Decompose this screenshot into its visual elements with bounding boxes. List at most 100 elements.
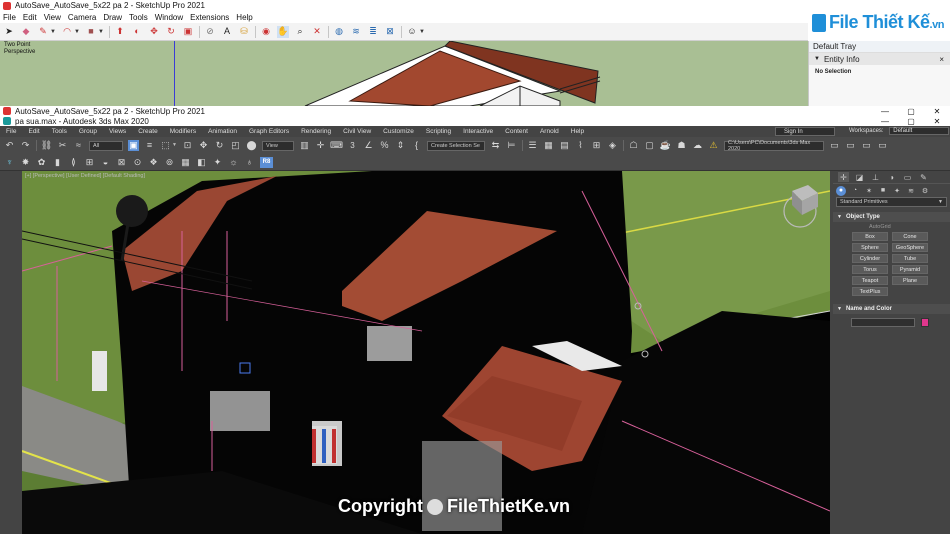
maximize-icon[interactable]: ▢ [898,107,924,116]
pyramid-button[interactable]: Pyramid [892,265,928,274]
user-dropdown-icon[interactable]: ▼ [419,26,425,38]
rectangle-icon[interactable]: ■ [85,26,97,38]
max-maximize-icon[interactable]: ▢ [898,117,924,126]
spinner-snap-icon[interactable]: ⇕ [395,140,406,151]
shapes-icon[interactable]: ✿ [36,157,47,168]
su-menu-edit[interactable]: Edit [23,13,37,22]
bulb-icon[interactable]: ♁ [244,157,255,168]
text-icon[interactable]: A [221,26,233,38]
selection-filter-dropdown[interactable]: All [89,140,123,151]
render-in-cloud-icon[interactable]: ☁ [692,140,703,151]
reference-coordinate-dropdown[interactable]: View [262,140,294,151]
ribbon-icon[interactable]: ▤ [559,140,570,151]
sphere-button[interactable]: Sphere [852,243,888,252]
name-and-color-rollout[interactable]: ▼ Name and Color [833,304,950,314]
redo-icon[interactable]: ↷ [20,140,31,151]
max-menu-customize[interactable]: Customize [383,128,414,135]
zoom-extents-icon[interactable]: ✕ [311,26,323,38]
su-menu-extensions[interactable]: Extensions [190,13,229,22]
move-icon[interactable]: ✥ [148,26,160,38]
su-menu-file[interactable]: File [3,13,16,22]
particle-icon[interactable]: ◧ [196,157,207,168]
push-pull-icon[interactable]: ⬆ [114,26,126,38]
undo-icon[interactable]: ↶ [4,140,15,151]
su-menu-view[interactable]: View [44,13,61,22]
toolbar-extra-icon-1[interactable]: ▭ [845,140,856,151]
systems-category-icon[interactable]: ⚙ [920,186,930,196]
max-menu-civil-view[interactable]: Civil View [343,128,371,135]
unlink-icon[interactable]: ✂ [57,140,68,151]
select-manipulate-icon[interactable]: ✛ [315,140,326,151]
max-menu-help[interactable]: Help [571,128,584,135]
toolbar-extra-icon-2[interactable]: ▭ [861,140,872,151]
light-icon[interactable]: ✸ [20,157,31,168]
object-color-swatch[interactable] [921,318,929,327]
shapes-category-icon[interactable]: ◔ [850,186,860,196]
bone-icon[interactable]: ▦ [180,157,191,168]
pin-icon[interactable]: ♆ [4,157,15,168]
max-menu-graph-editors[interactable]: Graph Editors [249,128,289,135]
workspaces-dropdown[interactable]: Default [889,127,950,135]
close-window-icon[interactable]: ✕ [924,107,950,116]
scene-explorer-icon[interactable]: ▦ [543,140,554,151]
rotate-icon[interactable]: ↻ [165,26,177,38]
spacewarp-icon[interactable]: ◒ [100,157,111,168]
lights-category-icon[interactable]: ✶ [864,186,874,196]
max-menu-scripting[interactable]: Scripting [426,128,451,135]
max-menu-edit[interactable]: Edit [28,128,39,135]
spacewarps-category-icon[interactable]: ≋ [906,186,916,196]
extension-manager-icon[interactable]: ≣ [367,26,379,38]
plane-button[interactable]: Plane [892,276,928,285]
select-rotate-icon[interactable]: ↻ [214,140,225,151]
xref-icon[interactable]: ⊙ [132,157,143,168]
schematic-view-icon[interactable]: ⊞ [591,140,602,151]
window-crossing-icon[interactable]: ⊡ [182,140,193,151]
create-tab-icon[interactable]: ✛ [838,172,849,182]
tape-measure-icon[interactable]: ⊘ [204,26,216,38]
select-arrow-icon[interactable]: ➤ [3,26,15,38]
motion-tab-icon[interactable]: ◑ [886,172,897,182]
collapse-icon[interactable]: ▼ [814,56,820,62]
pencil-dropdown-icon[interactable]: ▼ [50,26,56,38]
cone-button[interactable]: Cone [892,232,928,241]
select-place-icon[interactable]: ⬤ [246,140,257,151]
max-menu-arnold[interactable]: Arnold [540,128,559,135]
hierarchy-tab-icon[interactable]: ⊥ [870,172,881,182]
grid-icon[interactable]: ⊞ [84,157,95,168]
edit-named-selections-icon[interactable]: { [411,140,422,151]
rendered-frame-window-icon[interactable]: ▢ [644,140,655,151]
paint-bucket-icon[interactable]: ⛁ [238,26,250,38]
max-menu-content[interactable]: Content [505,128,528,135]
snaps-toggle-icon[interactable]: 3 [347,140,358,151]
render-production-icon[interactable]: ☕ [660,140,671,151]
max-menu-modifiers[interactable]: Modifiers [170,128,196,135]
teapot-button[interactable]: Teapot [852,276,888,285]
display-icon[interactable]: ✦ [212,157,223,168]
curve-editor-icon[interactable]: ⌇ [575,140,586,151]
max-close-icon[interactable]: ✕ [924,117,950,126]
layout-icon[interactable]: ⊠ [384,26,396,38]
select-scale-icon[interactable]: ◰ [230,140,241,151]
sign-in-button[interactable]: Sign In [775,127,835,136]
entity-info-header[interactable]: ▼ Entity Info × [809,53,950,65]
autogrid-checkbox[interactable]: AutoGrid [833,222,950,231]
su-menu-window[interactable]: Window [155,13,183,22]
rectangle-dropdown-icon[interactable]: ▼ [98,26,104,38]
pan-icon[interactable]: ✋ [277,25,289,38]
named-selection-set-dropdown[interactable]: Create Selection Se [427,140,485,151]
geosphere-button[interactable]: GeoSphere [892,243,928,252]
layer-explorer-icon[interactable]: ☰ [527,140,538,151]
textplus-button[interactable]: TextPlus [852,287,888,296]
follow-me-icon[interactable]: ◐ [131,26,143,38]
angle-snap-icon[interactable]: ∠ [363,140,374,151]
select-move-icon[interactable]: ✥ [198,140,209,151]
display-tab-icon[interactable]: ▭ [902,172,913,182]
box-button[interactable]: Box [852,232,888,241]
eraser-icon[interactable]: ◆ [20,26,32,38]
su-menu-camera[interactable]: Camera [68,13,96,22]
arc-dropdown-icon[interactable]: ▼ [74,26,80,38]
select-object-icon[interactable]: ▣ [128,140,139,151]
su-menu-help[interactable]: Help [236,13,252,22]
percent-snap-icon[interactable]: % [379,140,390,151]
max-menu-file[interactable]: File [6,128,16,135]
